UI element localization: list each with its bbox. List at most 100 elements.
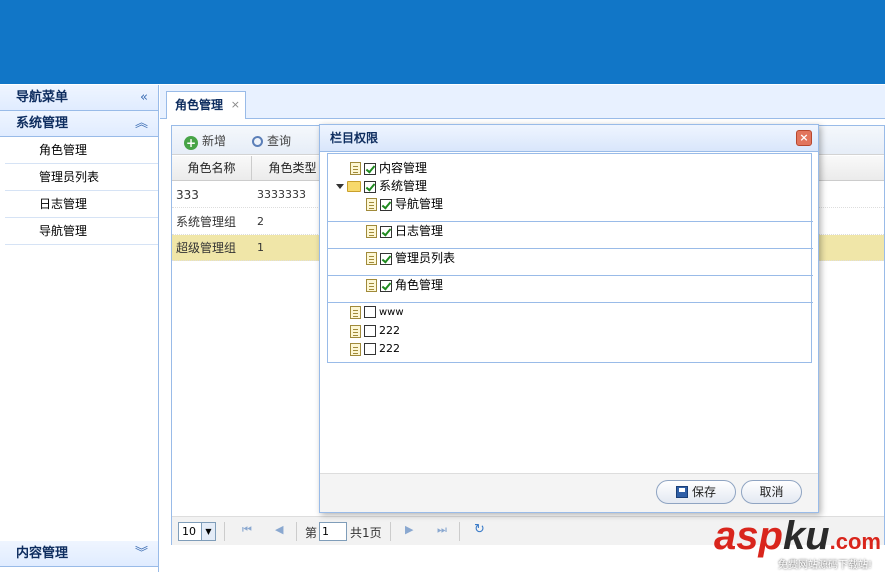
column-header-role-name[interactable]: 角色名称	[172, 156, 252, 181]
watermark-subtitle: 免费网站源码下载站!	[778, 560, 873, 571]
nav-menu-title: 导航菜单	[16, 90, 69, 105]
tree-node-label: 导航管理	[395, 197, 444, 211]
sidebar-item-nav-management[interactable]: 导航管理	[5, 218, 158, 245]
tree-node[interactable]: 管理员列表	[366, 249, 455, 267]
sidebar-item-label: 日志管理	[39, 197, 88, 211]
sidebar-item-role-management[interactable]: 角色管理	[5, 137, 158, 164]
collapse-icon[interactable]: «	[140, 85, 148, 111]
tree-node-label: www	[379, 307, 404, 318]
tree-node-label: 222	[379, 342, 400, 355]
tree-node[interactable]: www	[350, 304, 404, 322]
tree-checkbox[interactable]	[380, 252, 392, 265]
add-button[interactable]: + 新增	[184, 131, 226, 151]
page-size-select[interactable]: 10 ▼	[178, 522, 216, 541]
sidebar-item-admin-list[interactable]: 管理员列表	[5, 164, 158, 191]
tab-role-management[interactable]: 角色管理 ×	[166, 91, 246, 119]
close-icon[interactable]: ×	[796, 130, 812, 146]
cell-role-name: 系统管理组	[176, 215, 237, 229]
nav-menu-header: 导航菜单 «	[0, 85, 158, 111]
tree-checkbox[interactable]	[364, 180, 376, 193]
content-management-header[interactable]: 内容管理 ︾	[0, 541, 158, 567]
sidebar-item-label: 管理员列表	[39, 170, 100, 184]
tree-checkbox[interactable]	[364, 325, 376, 337]
app-header	[0, 0, 885, 84]
file-icon	[366, 252, 377, 265]
watermark-asp: asp	[714, 514, 783, 558]
sidebar-item-label: 角色管理	[39, 143, 88, 157]
sidebar-item-log-management[interactable]: 日志管理	[5, 191, 158, 218]
page-total: 共1页	[350, 526, 382, 540]
next-page-icon[interactable]: ▶	[405, 523, 413, 536]
tree-checkbox[interactable]	[364, 343, 376, 355]
page-number-input[interactable]: 1	[319, 522, 347, 541]
sidebar: 导航菜单 « 系统管理 ︽ 角色管理 管理员列表 日志管理 导航管理 内容管理 …	[0, 85, 159, 572]
divider	[459, 522, 460, 541]
tab-strip: 角色管理 ×	[160, 85, 885, 119]
tree-node[interactable]: 日志管理	[366, 222, 443, 240]
page-size-value: 10	[182, 525, 196, 538]
tab-label: 角色管理	[175, 98, 224, 112]
chevron-down-icon[interactable]: ︾	[135, 541, 148, 567]
tree-node[interactable]: 222	[350, 322, 400, 340]
divider	[224, 522, 225, 541]
file-icon	[366, 198, 377, 211]
tree-node[interactable]: 角色管理	[366, 276, 443, 294]
query-button[interactable]: 查询	[252, 131, 291, 151]
file-icon	[350, 324, 361, 338]
tree-node-label: 日志管理	[395, 224, 444, 238]
watermark-ku: ku	[782, 514, 830, 558]
file-icon	[350, 162, 361, 175]
divider	[390, 522, 391, 541]
content-management-title: 内容管理	[16, 546, 69, 561]
cell-role-name: 333	[176, 188, 199, 202]
chevron-up-icon[interactable]: ︽	[135, 111, 148, 137]
permission-dialog: 栏目权限 × 内容管理 系统管理 导航管理 日志管理 管理员列表 角色管理 ww…	[319, 124, 819, 513]
tree-checkbox[interactable]	[380, 279, 392, 292]
tree-node-label: 角色管理	[395, 278, 444, 292]
cancel-label: 取消	[759, 485, 784, 499]
folder-icon	[347, 181, 361, 192]
tree-node-label: 系统管理	[379, 179, 428, 193]
tree-node[interactable]: 系统管理	[336, 177, 427, 195]
save-icon	[675, 486, 688, 498]
tree-node[interactable]: 内容管理	[350, 159, 427, 177]
tab-close-icon[interactable]: ×	[231, 92, 240, 118]
cancel-button[interactable]: 取消	[741, 480, 802, 504]
dialog-header: 栏目权限 ×	[320, 125, 818, 152]
file-icon	[366, 279, 377, 292]
file-icon	[350, 305, 361, 319]
save-button[interactable]: 保存	[656, 480, 736, 504]
system-management-title: 系统管理	[16, 116, 69, 131]
first-page-icon[interactable]: ⏮	[242, 523, 252, 537]
add-icon: +	[184, 136, 198, 150]
last-page-icon[interactable]: ⏭	[437, 523, 447, 537]
tree-checkbox[interactable]	[364, 162, 376, 175]
permission-tree: 内容管理 系统管理 导航管理 日志管理 管理员列表 角色管理 www 222 2…	[327, 153, 813, 363]
divider	[328, 302, 813, 303]
tree-node-label: 管理员列表	[395, 251, 456, 265]
system-management-header[interactable]: 系统管理 ︽	[0, 111, 158, 137]
query-label: 查询	[267, 134, 292, 148]
tree-node[interactable]: 导航管理	[366, 195, 443, 213]
file-icon	[350, 342, 361, 356]
watermark-logo: aspku.com	[714, 516, 881, 556]
file-icon	[366, 225, 377, 238]
refresh-icon[interactable]: ↻	[474, 522, 485, 537]
tree-checkbox[interactable]	[364, 306, 376, 318]
expand-icon[interactable]	[336, 184, 344, 189]
tree-checkbox[interactable]	[380, 198, 392, 211]
chevron-down-icon: ▼	[201, 523, 215, 540]
page-prefix: 第	[305, 526, 318, 540]
tree-checkbox[interactable]	[380, 225, 392, 238]
cell-role-name: 超级管理组	[176, 241, 237, 255]
prev-page-icon[interactable]: ◀	[275, 523, 283, 536]
save-label: 保存	[691, 485, 716, 499]
sidebar-item-label: 导航管理	[39, 224, 88, 238]
tree-node-label: 内容管理	[379, 161, 428, 175]
divider	[296, 522, 297, 541]
tree-node[interactable]: 222	[350, 340, 400, 358]
search-icon	[252, 136, 263, 147]
watermark-com: .com	[829, 529, 881, 554]
dialog-footer: 保存 取消	[320, 473, 818, 512]
dialog-title: 栏目权限	[330, 131, 379, 145]
